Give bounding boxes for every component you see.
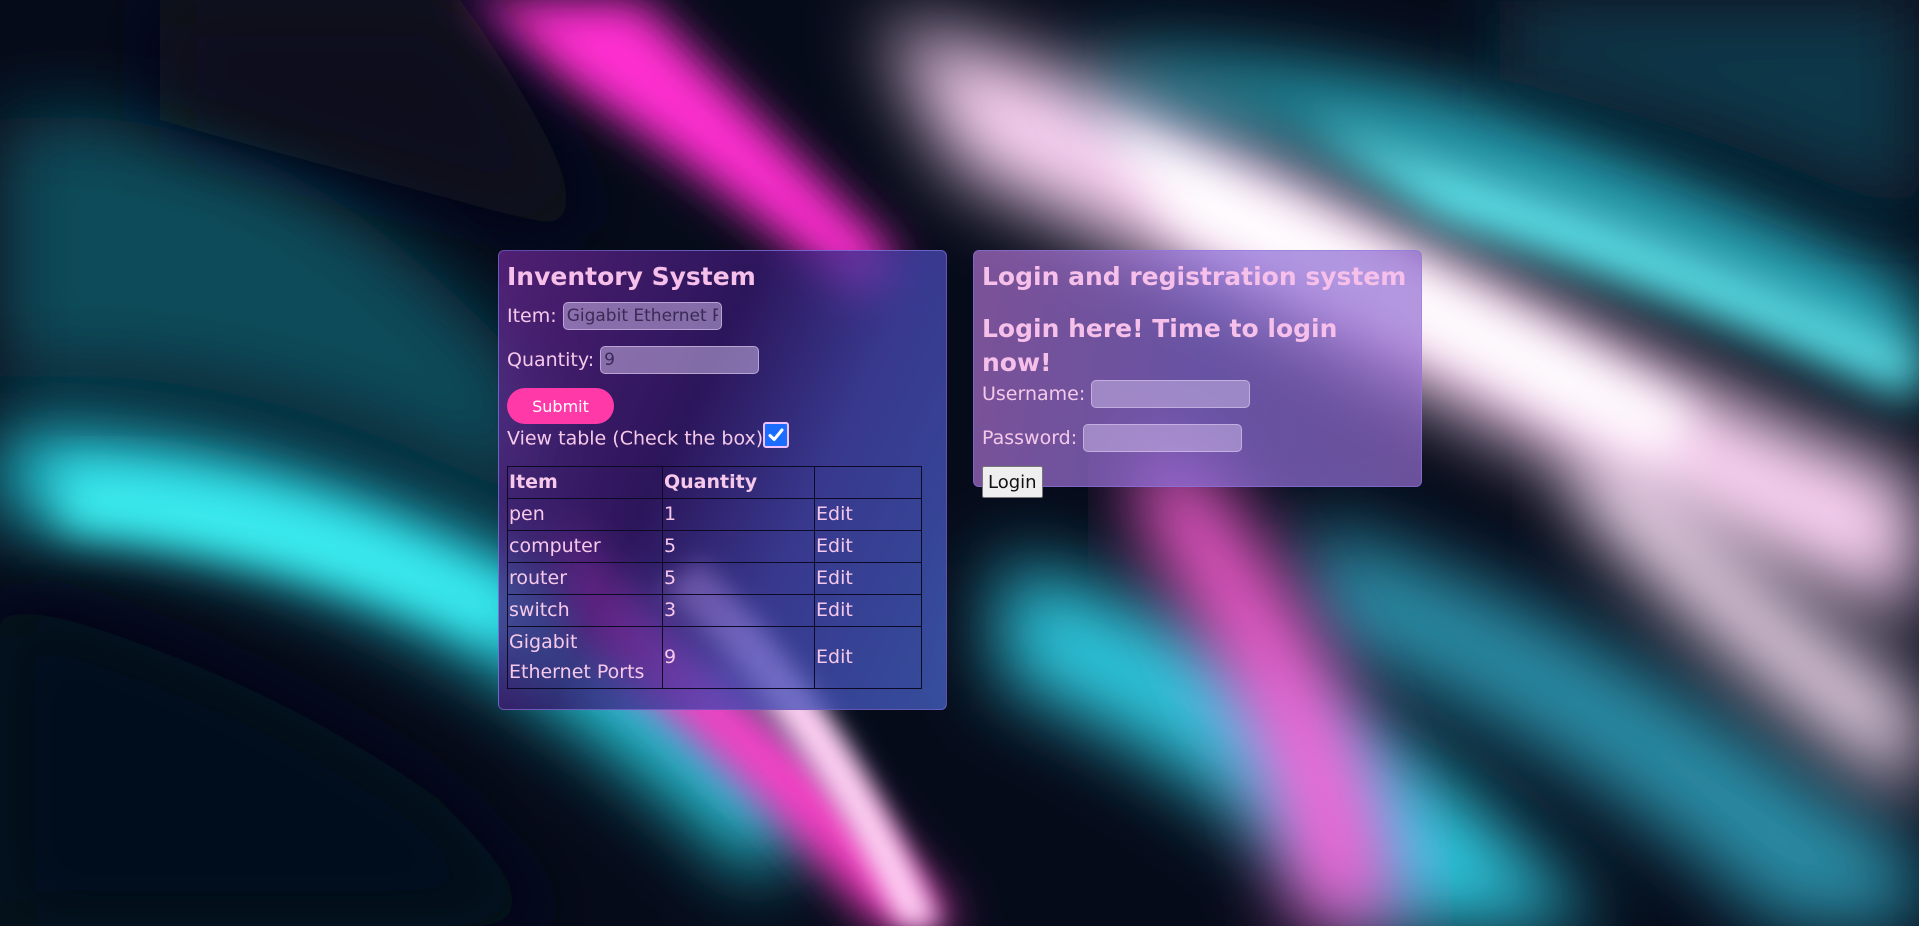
edit-link[interactable]: Edit xyxy=(816,503,853,525)
table-row: switch 3 Edit xyxy=(507,593,922,627)
header-item: Item xyxy=(507,465,663,499)
cell-quantity: 9 xyxy=(662,625,815,689)
edit-link[interactable]: Edit xyxy=(816,646,853,668)
cell-quantity: 5 xyxy=(662,561,815,595)
view-table-row: View table (Check the box) xyxy=(507,421,938,452)
login-button[interactable]: Login xyxy=(982,466,1043,498)
cell-item: computer xyxy=(507,529,663,563)
password-row: Password: xyxy=(982,424,1413,452)
table-row: pen 1 Edit xyxy=(507,497,922,531)
cell-item: pen xyxy=(507,497,663,531)
edit-link[interactable]: Edit xyxy=(816,567,853,589)
cell-item: router xyxy=(507,561,663,595)
cell-edit: Edit xyxy=(814,593,922,627)
edit-link[interactable]: Edit xyxy=(816,599,853,621)
header-quantity: Quantity xyxy=(662,465,815,499)
header-action xyxy=(814,465,922,499)
cell-item: switch xyxy=(507,593,663,627)
username-row: Username: xyxy=(982,380,1413,408)
inventory-panel: Inventory System Item: Quantity: Submit … xyxy=(498,250,947,710)
table-row: Gigabit Ethernet Ports 9 Edit xyxy=(507,625,922,689)
submit-button[interactable]: Submit xyxy=(507,388,614,424)
quantity-label: Quantity: xyxy=(507,349,595,371)
item-input[interactable] xyxy=(562,302,722,330)
cell-item: Gigabit Ethernet Ports xyxy=(507,625,663,689)
item-row: Item: xyxy=(507,302,938,330)
inventory-table: Item Quantity pen 1 Edit computer 5 Edit… xyxy=(507,465,922,689)
table-row: computer 5 Edit xyxy=(507,529,922,563)
table-row: router 5 Edit xyxy=(507,561,922,595)
cell-quantity: 1 xyxy=(662,497,815,531)
login-subtitle: Login here! Time to login now! xyxy=(982,314,1338,377)
item-label: Item: xyxy=(507,305,557,327)
table-header-row: Item Quantity xyxy=(507,465,922,499)
view-table-label: View table (Check the box) xyxy=(507,427,764,450)
submit-row: Submit xyxy=(507,388,938,424)
login-title: Login and registration system xyxy=(982,262,1407,291)
abstract-wave-background xyxy=(0,0,1919,926)
inventory-title: Inventory System xyxy=(507,262,756,291)
login-panel: Login and registration system Login here… xyxy=(973,250,1422,498)
cell-edit: Edit xyxy=(814,561,922,595)
cell-edit: Edit xyxy=(814,497,922,531)
username-label: Username: xyxy=(982,383,1086,405)
cell-edit: Edit xyxy=(814,625,922,689)
username-input[interactable] xyxy=(1091,380,1251,408)
cell-edit: Edit xyxy=(814,529,922,563)
login-button-row: Login xyxy=(982,466,1413,498)
quantity-row: Quantity: xyxy=(507,346,938,374)
edit-link[interactable]: Edit xyxy=(816,535,853,557)
cell-quantity: 3 xyxy=(662,593,815,627)
cell-quantity: 5 xyxy=(662,529,815,563)
view-table-checkbox[interactable] xyxy=(763,421,790,448)
quantity-input[interactable] xyxy=(600,346,760,374)
password-label: Password: xyxy=(982,427,1078,449)
password-input[interactable] xyxy=(1083,424,1243,452)
checkmark-icon xyxy=(768,428,784,441)
